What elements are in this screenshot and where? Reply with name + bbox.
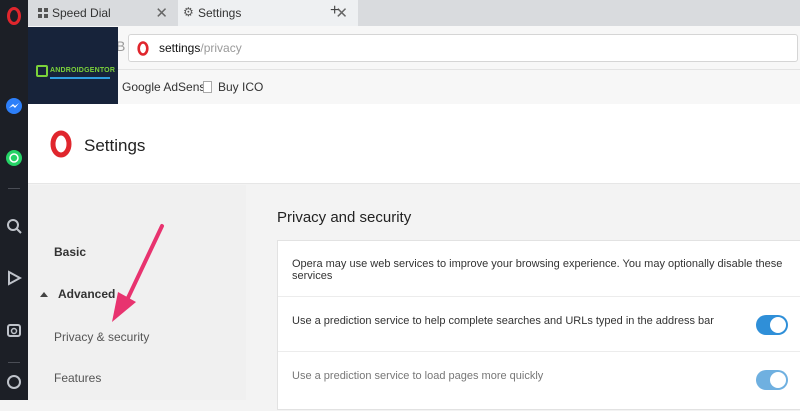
flow-play-icon[interactable] (4, 268, 24, 288)
whatsapp-icon[interactable] (4, 148, 24, 168)
sidebar-divider (8, 362, 20, 363)
setting-row: Use a prediction service to help complet… (278, 298, 800, 352)
tab-label: Speed Dial (52, 6, 111, 20)
history-clock-icon[interactable] (4, 372, 24, 392)
prediction-search-toggle[interactable] (756, 315, 788, 335)
caret-up-icon (40, 292, 48, 298)
close-tab-icon[interactable]: ✕ (155, 4, 168, 22)
bookmark-buy-ico[interactable]: Buy ICO (203, 80, 263, 94)
url-text: settings/privacy (159, 41, 242, 55)
setting-row: Opera may use web services to improve yo… (278, 241, 800, 297)
opera-logo-icon (50, 130, 72, 158)
privacy-card: Opera may use web services to improve yo… (277, 240, 800, 410)
nav-basic[interactable]: Basic (54, 245, 86, 259)
logo-underline (50, 77, 110, 79)
settings-main: Privacy and security Opera may use web s… (246, 185, 800, 410)
bookmark-google-adsense[interactable]: Google AdSense (122, 80, 212, 94)
page-icon (203, 81, 212, 93)
nav-advanced[interactable]: Advanced (40, 287, 115, 301)
opera-o-icon (137, 41, 149, 56)
url-field[interactable]: settings/privacy (128, 34, 798, 62)
address-bar-area: B settings/privacy (28, 26, 800, 70)
messenger-icon[interactable] (4, 96, 24, 116)
page-title: Settings (84, 136, 146, 155)
search-icon[interactable] (4, 216, 24, 236)
toggle-knob (770, 317, 786, 333)
bookmarks-bar: Google AdSense Buy ICO (28, 70, 800, 104)
new-tab-button[interactable]: + (330, 2, 339, 20)
logo-text: ANDROIDGENTOR (50, 67, 116, 74)
speed-dial-grid-icon (38, 8, 48, 18)
toggle-knob (770, 372, 786, 388)
opera-menu-icon[interactable] (4, 6, 24, 26)
setting-row: Use a prediction service to load pages m… (278, 353, 800, 411)
sidebar-divider (8, 188, 20, 189)
nav-privacy-security[interactable]: Privacy & security (54, 330, 149, 344)
setting-label: Use a prediction service to help complet… (292, 315, 714, 327)
tab-label: Settings (198, 6, 242, 20)
section-title: Privacy and security (277, 209, 412, 226)
tab-strip: Speed Dial ✕ ⚙ Settings ✕ + (28, 0, 800, 26)
settings-header: Settings (28, 104, 800, 184)
opera-sidebar (0, 0, 28, 400)
settings-nav: Basic Advanced Privacy & security Featur… (28, 185, 246, 400)
prediction-load-toggle[interactable] (756, 370, 788, 390)
tab-speed-dial[interactable]: Speed Dial ✕ (32, 0, 178, 26)
setting-description: Opera may use web services to improve yo… (292, 258, 783, 282)
setting-label: Use a prediction service to load pages m… (292, 370, 544, 382)
snapshot-camera-icon[interactable] (4, 320, 24, 340)
nav-features[interactable]: Features (54, 371, 101, 385)
logo-android-icon (36, 65, 48, 77)
gear-icon: ⚙ (183, 5, 194, 19)
